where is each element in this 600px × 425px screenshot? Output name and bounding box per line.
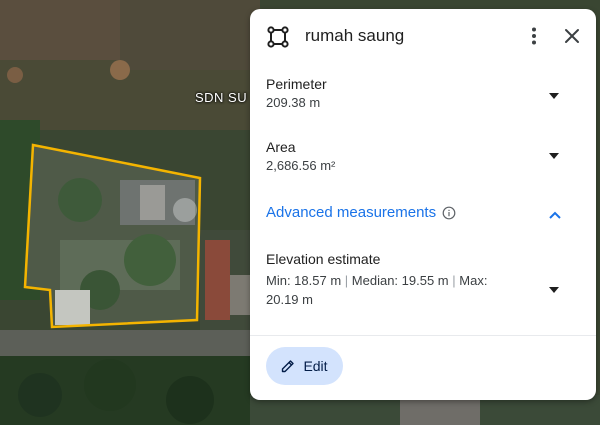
elevation-separator: | [452, 273, 456, 288]
elevation-median: Median: 19.55 m [351, 273, 449, 288]
chevron-down-icon [549, 93, 559, 99]
perimeter-value: 209.38 m [266, 95, 321, 110]
panel-title: rumah saung [305, 26, 405, 45]
close-button[interactable] [559, 23, 585, 49]
perimeter-label: Perimeter [266, 76, 327, 92]
info-icon[interactable] [442, 206, 456, 220]
elevation-min: Min: 18.57 m [266, 273, 342, 288]
polygon-shape-icon [267, 26, 289, 48]
area-value: 2,686.56 m² [266, 158, 336, 173]
perimeter-row[interactable]: Perimeter 209.38 m [266, 76, 582, 110]
divider [250, 335, 596, 336]
chevron-down-icon [549, 153, 559, 159]
edit-label: Edit [303, 358, 328, 374]
advanced-measurements-label: Advanced measurements [266, 204, 437, 221]
area-label: Area [266, 139, 296, 155]
advanced-measurements-toggle[interactable]: Advanced measurements [266, 204, 456, 221]
close-icon [565, 29, 579, 43]
map-place-label: SDN SU [195, 90, 248, 105]
elevation-values: Min: 18.57 m | Median: 19.55 m | Max: 20… [266, 271, 506, 309]
panel-header: rumah saung [250, 9, 596, 61]
more-vert-icon [532, 27, 536, 45]
pencil-icon [282, 360, 295, 373]
advanced-measurements-row[interactable]: Advanced measurements [266, 204, 582, 222]
advanced-collapse[interactable] [549, 209, 561, 221]
measure-panel: rumah saung Perimeter 209.38 m Area 2,68… [250, 9, 596, 400]
chevron-down-icon [549, 287, 559, 293]
chevron-up-icon [549, 211, 561, 219]
area-expand[interactable] [548, 150, 560, 162]
edit-button[interactable]: Edit [266, 347, 343, 385]
more-options-button[interactable] [522, 23, 546, 49]
elevation-separator: | [344, 273, 349, 288]
elevation-label: Elevation estimate [266, 251, 381, 267]
perimeter-expand[interactable] [548, 90, 560, 102]
area-row[interactable]: Area 2,686.56 m² [266, 139, 582, 173]
elevation-row[interactable]: Elevation estimate Min: 18.57 m | Median… [266, 251, 582, 309]
elevation-expand[interactable] [548, 284, 560, 296]
